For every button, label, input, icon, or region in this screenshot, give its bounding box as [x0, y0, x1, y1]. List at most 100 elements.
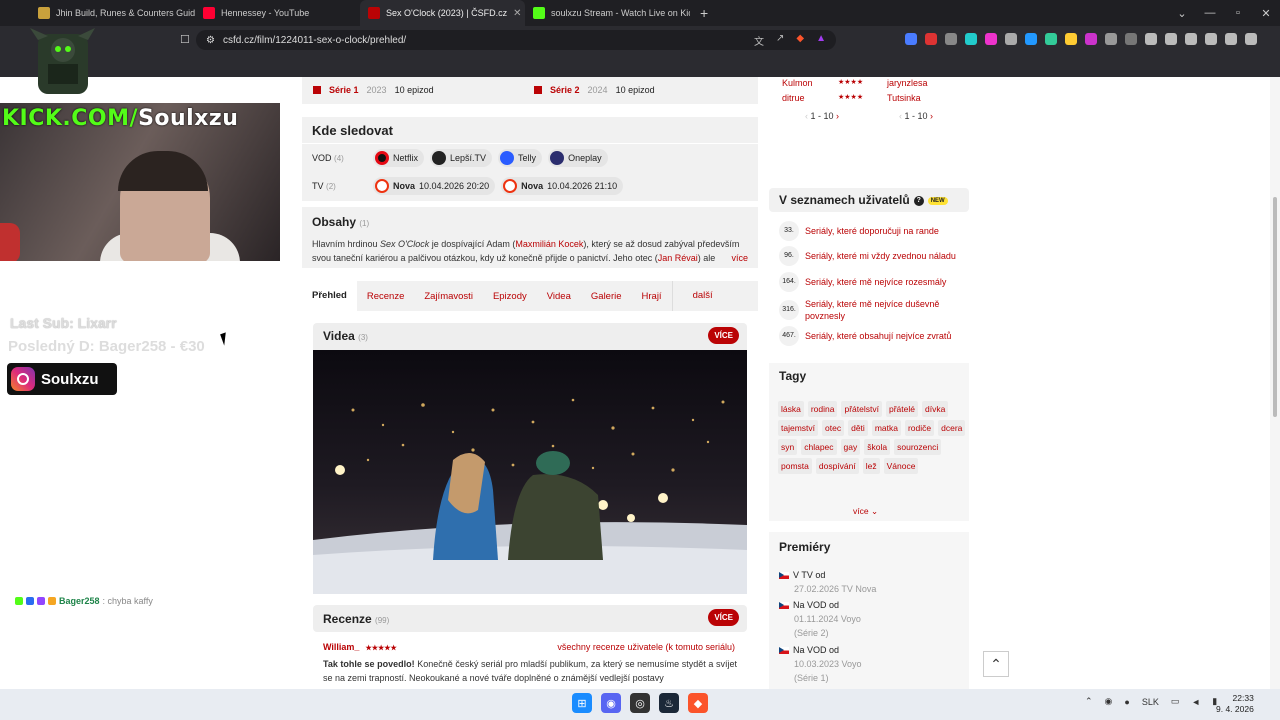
- tags-more-link[interactable]: více ⌄: [853, 506, 878, 517]
- share-icon[interactable]: ↗: [776, 33, 784, 48]
- media-icon[interactable]: [1145, 33, 1157, 45]
- tab-youtube[interactable]: Hennessey - YouTube: [195, 0, 360, 26]
- tab-zajimavosti[interactable]: Zajímavosti: [414, 291, 483, 302]
- series-item[interactable]: Série 2 2024 10 epizod: [534, 85, 655, 95]
- next-icon[interactable]: ›: [930, 111, 933, 121]
- brave-rewards-icon[interactable]: ▲: [816, 33, 826, 48]
- rating-user[interactable]: ditrue: [782, 93, 805, 103]
- taskbar-clock[interactable]: 22:33 9. 4. 2026: [1216, 693, 1254, 715]
- discord-tray-icon[interactable]: ◉: [1105, 696, 1113, 707]
- vod-oneplay[interactable]: Oneplay: [548, 149, 608, 167]
- list-item[interactable]: 164. Seriály, které mě nejvíce rozesmály: [779, 272, 946, 292]
- leo-icon[interactable]: [1205, 33, 1217, 45]
- actor-link[interactable]: Jan Révai: [658, 253, 698, 263]
- extension-icon[interactable]: [1045, 33, 1057, 45]
- tag[interactable]: gay: [840, 439, 861, 455]
- list-title[interactable]: Seriály, které obsahují nejvíce zvratů: [805, 330, 951, 342]
- next-icon[interactable]: ›: [836, 111, 839, 121]
- site-info-icon[interactable]: ⚙: [206, 35, 215, 46]
- list-item[interactable]: 316. Seriály, které mě nejvíce duševně po…: [779, 298, 949, 322]
- volume-icon[interactable]: ◄: [1191, 697, 1200, 707]
- translate-icon[interactable]: 文: [754, 33, 764, 48]
- brave-shields-icon[interactable]: ◆: [796, 33, 804, 48]
- tab-galerie[interactable]: Galerie: [581, 291, 632, 302]
- rating-user[interactable]: jarynzlesa: [887, 78, 928, 88]
- back-to-top-button[interactable]: ⌃: [983, 651, 1009, 677]
- mic-icon[interactable]: ●: [1124, 697, 1129, 707]
- tv-slot[interactable]: Nova 10.04.2026 21:10: [501, 177, 624, 195]
- review-all-link[interactable]: všechny recenze uživatele (k tomuto seri…: [557, 642, 735, 652]
- review-username[interactable]: William_: [323, 642, 359, 652]
- discord-icon[interactable]: ◉: [601, 693, 621, 713]
- list-item[interactable]: 467. Seriály, které obsahují nejvíce zvra…: [779, 326, 951, 346]
- vod-telly[interactable]: Telly: [498, 149, 543, 167]
- extension-icon[interactable]: [1105, 33, 1117, 45]
- scrollbar[interactable]: [1270, 77, 1280, 689]
- windows-start-icon[interactable]: ⊞: [572, 693, 592, 713]
- list-title[interactable]: Seriály, které mi vždy zvednou náladu: [805, 250, 956, 262]
- tab-epizody[interactable]: Epizody: [483, 291, 537, 302]
- tag[interactable]: otec: [822, 420, 845, 436]
- tray-chevron-icon[interactable]: ⌃: [1085, 696, 1093, 707]
- tag[interactable]: sourozenci: [894, 439, 942, 455]
- extension-icon[interactable]: [925, 33, 937, 45]
- tag[interactable]: Vánoce: [883, 458, 919, 474]
- tag[interactable]: rodiče: [904, 420, 935, 436]
- extension-icon[interactable]: [1065, 33, 1077, 45]
- tab-more[interactable]: další ⌄: [671, 281, 758, 331]
- tag[interactable]: chlapec: [801, 439, 837, 455]
- extension-icon[interactable]: [1025, 33, 1037, 45]
- list-title[interactable]: Seriály, které mě nejvíce rozesmály: [805, 276, 946, 288]
- maximize-icon[interactable]: ▫: [1224, 7, 1252, 19]
- reviews-more-button[interactable]: VÍCE: [708, 609, 739, 626]
- url-text[interactable]: csfd.cz/film/1224011-sex-o-clock/prehled…: [223, 35, 406, 46]
- minimize-icon[interactable]: —: [1196, 7, 1224, 19]
- tab-csfd[interactable]: Sex O'Clock (2023) | ČSFD.cz ✕: [360, 0, 525, 26]
- obs-icon[interactable]: ◎: [630, 693, 650, 713]
- new-tab-button[interactable]: +: [690, 0, 718, 26]
- close-tab-icon[interactable]: ✕: [513, 8, 521, 19]
- series-name[interactable]: Série 1: [329, 85, 359, 95]
- brave-browser-icon[interactable]: ◆: [688, 693, 708, 713]
- sidebar-icon[interactable]: [1165, 33, 1177, 45]
- tag[interactable]: škola: [864, 439, 891, 455]
- extension-icon[interactable]: [1085, 33, 1097, 45]
- plot-more-link[interactable]: více: [731, 251, 748, 265]
- vod-lepsitv[interactable]: Lepší.TV: [430, 149, 493, 167]
- tag[interactable]: láska: [778, 401, 804, 417]
- scrollbar-thumb[interactable]: [1273, 197, 1277, 417]
- prev-icon[interactable]: ‹: [805, 111, 808, 121]
- prev-icon[interactable]: ‹: [899, 111, 902, 121]
- language-indicator[interactable]: SLK: [1142, 697, 1159, 707]
- vpn-icon[interactable]: [1225, 33, 1237, 45]
- tab-hraji[interactable]: Hrají: [632, 291, 672, 302]
- vod-netflix[interactable]: Netflix: [373, 149, 425, 167]
- tag[interactable]: rodina: [807, 401, 838, 417]
- tag[interactable]: dospívání: [815, 458, 859, 474]
- tab-videa[interactable]: Videa: [537, 291, 581, 302]
- extension-icon[interactable]: [1125, 33, 1137, 45]
- tag[interactable]: dcera: [938, 420, 966, 436]
- list-title[interactable]: Seriály, které mě nejvíce duševně povzne…: [805, 298, 949, 322]
- tag[interactable]: tajemství: [778, 420, 819, 436]
- extension-icon[interactable]: [945, 33, 957, 45]
- tag[interactable]: přátelé: [885, 401, 918, 417]
- network-icon[interactable]: ▭: [1171, 696, 1180, 707]
- videos-more-button[interactable]: VÍCE: [708, 327, 739, 344]
- extension-icon[interactable]: [905, 33, 917, 45]
- tab-kick[interactable]: soulxzu Stream - Watch Live on Kick ✕: [525, 0, 690, 26]
- extension-icon[interactable]: [965, 33, 977, 45]
- tab-search-icon[interactable]: ⌄: [1168, 7, 1196, 20]
- list-title[interactable]: Seriály, které doporučuji na rande: [805, 225, 939, 237]
- wallet-icon[interactable]: [1185, 33, 1197, 45]
- tag[interactable]: pomsta: [778, 458, 812, 474]
- actor-link[interactable]: Maxmilián Kocek: [515, 239, 583, 249]
- bookmark-icon[interactable]: ☐: [180, 33, 190, 46]
- extension-icon[interactable]: [985, 33, 997, 45]
- list-item[interactable]: 33. Seriály, které doporučuji na rande: [779, 221, 939, 241]
- tag[interactable]: děti: [848, 420, 868, 436]
- series-name[interactable]: Série 2: [550, 85, 580, 95]
- close-window-icon[interactable]: ✕: [1252, 7, 1280, 20]
- tag[interactable]: matka: [871, 420, 901, 436]
- tv-slot[interactable]: Nova 10.04.2026 20:20: [373, 177, 496, 195]
